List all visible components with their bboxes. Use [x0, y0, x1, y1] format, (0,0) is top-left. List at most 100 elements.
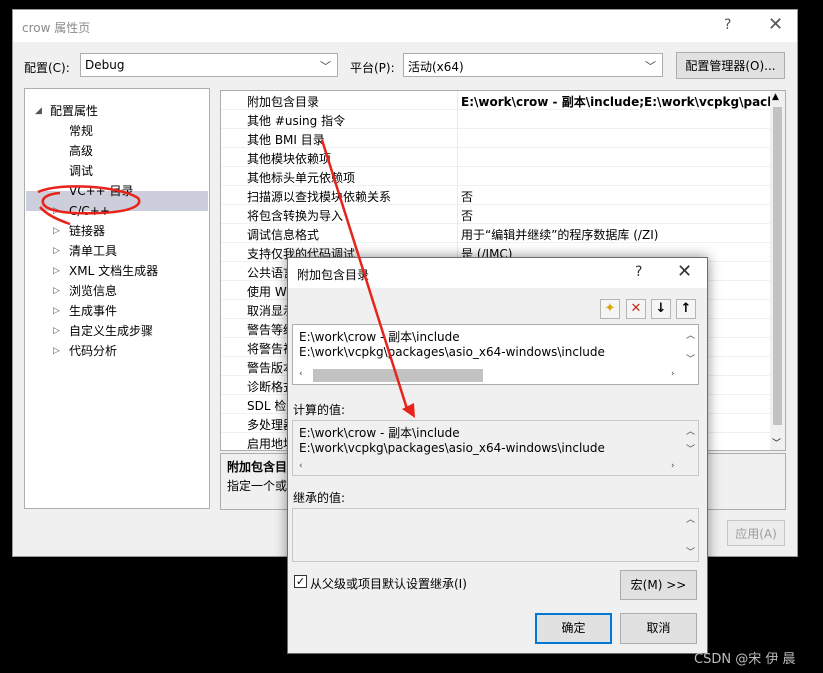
tree-item-label: XML 文档生成器 [69, 264, 159, 278]
config-dropdown[interactable]: Debug ﹀ [80, 53, 338, 77]
move-up-icon[interactable]: ↑ [676, 299, 696, 319]
list-item: E:\work\crow - 副本\include [299, 426, 460, 440]
scroll-up-icon[interactable]: ︿ [686, 512, 695, 525]
property-name: 其他 #using 指令 [247, 114, 346, 128]
property-name: 其他模块依赖项 [247, 152, 332, 166]
tree-item-label: 链接器 [69, 224, 106, 238]
config-manager-button[interactable]: 配置管理器(O)... [676, 52, 785, 79]
description-text: 指定一个或 [227, 479, 288, 493]
move-down-icon[interactable]: ↓ [651, 299, 671, 319]
grid-scrollbar-thumb[interactable] [773, 107, 782, 425]
scroll-left-icon[interactable]: ‹ [299, 461, 303, 471]
tree-item[interactable]: ▷ XML 文档生成器 [25, 261, 207, 281]
new-line-icon[interactable]: ✦ [600, 299, 620, 319]
scroll-left-icon[interactable]: ‹ [299, 369, 303, 379]
collapsed-arrow-icon[interactable]: ▷ [53, 221, 60, 241]
column-separator [457, 205, 458, 224]
inherited-values-list: ︿ ﹀ [292, 508, 699, 562]
collapsed-arrow-icon[interactable]: ▷ [53, 301, 60, 321]
property-value[interactable]: 否 [461, 188, 473, 205]
cancel-button[interactable]: 取消 [620, 613, 697, 644]
inherit-checkbox[interactable]: ✓ [294, 575, 307, 588]
property-row[interactable]: 其他模块依赖项 [221, 148, 771, 167]
collapsed-arrow-icon[interactable]: ▷ [53, 321, 60, 341]
collapsed-arrow-icon[interactable]: ▷ [53, 241, 60, 261]
column-separator [457, 148, 458, 167]
scroll-down-icon[interactable]: ﹀ [772, 436, 781, 449]
tree-item[interactable]: 常规 [25, 121, 207, 141]
property-name: 其他标头单元依赖项 [247, 171, 356, 185]
property-name: 扫描源以查找模块依赖关系 [247, 190, 392, 204]
property-name: 使用 Wi [247, 285, 290, 299]
collapsed-arrow-icon[interactable]: ▷ [53, 261, 60, 281]
tree-item-label: C/C++ [69, 204, 110, 218]
property-row[interactable]: 调试信息格式 用于“编辑并继续”的程序数据库 (/ZI) [221, 224, 771, 243]
property-tree: ◢ 配置属性 常规 高级 调试 VC++ 目录 ▷ C/C++ ▷ 链接器 ▷ 清单工具 ▷ XML 文档… [24, 88, 210, 509]
list-item[interactable]: E:\work\crow - 副本\include [299, 328, 460, 345]
property-name: 调试信息格式 [247, 228, 320, 242]
apply-button[interactable]: 应用(A) [727, 520, 785, 546]
platform-value: 活动(x64) [408, 60, 464, 74]
property-row[interactable]: 其他 BMI 目录 [221, 129, 771, 148]
scroll-up-icon[interactable]: ︿ [686, 328, 695, 341]
macro-button[interactable]: 宏(M) >> [620, 570, 697, 600]
tree-item-label: 常规 [69, 124, 94, 138]
window-title: crow 属性页 [22, 21, 91, 35]
expanded-arrow-icon[interactable]: ◢ [35, 101, 42, 121]
collapsed-arrow-icon[interactable]: ▷ [53, 341, 60, 361]
scroll-down-icon[interactable]: ﹀ [686, 352, 695, 365]
property-row[interactable]: 将包含转换为导入 否 [221, 205, 771, 224]
collapsed-arrow-icon[interactable]: ▷ [53, 281, 60, 301]
property-row[interactable]: 附加包含目录 E:\work\crow - 副本\include;E:\work\… [221, 91, 785, 110]
property-name: 其他 BMI 目录 [247, 133, 325, 147]
tree-item-label: 自定义生成步骤 [69, 324, 154, 338]
scroll-right-icon[interactable]: › [671, 369, 675, 379]
close-icon[interactable]: ✕ [677, 261, 692, 282]
collapsed-arrow-icon[interactable]: ▷ [53, 201, 60, 221]
property-value[interactable]: 否 [461, 207, 473, 224]
description-title: 附加包含目 [227, 460, 288, 474]
inherit-checkbox-label: 从父级或项目默认设置继承(I) [310, 577, 467, 591]
delete-icon[interactable]: ✕ [626, 299, 646, 319]
column-separator [457, 110, 458, 129]
help-icon[interactable]: ? [635, 264, 642, 280]
tree-item[interactable]: ▷ 链接器 [25, 221, 207, 241]
tree-item[interactable]: 调试 [25, 161, 207, 181]
scroll-down-icon[interactable]: ﹀ [686, 545, 695, 558]
tree-item[interactable]: 高级 [25, 141, 207, 161]
close-icon[interactable]: ✕ [768, 14, 783, 35]
tree-item[interactable]: ▷ 清单工具 [25, 241, 207, 261]
property-row[interactable]: 扫描源以查找模块依赖关系 否 [221, 186, 771, 205]
tree-item[interactable]: ▷ 浏览信息 [25, 281, 207, 301]
scroll-down-icon[interactable]: ﹀ [686, 442, 695, 455]
scroll-up-icon[interactable]: ︿ [686, 424, 695, 437]
column-separator [457, 91, 458, 110]
tree-item[interactable]: ◢ 配置属性 [25, 101, 207, 121]
ok-button[interactable]: 确定 [535, 613, 612, 644]
tree-item[interactable]: VC++ 目录 [25, 181, 207, 201]
additional-include-dirs-dialog: 附加包含目录 ? ✕ ✦ ✕ ↓ ↑ E:\work\crow - 副本\inc… [287, 257, 708, 654]
platform-dropdown[interactable]: 活动(x64) ﹀ [403, 53, 663, 77]
tree-item-label: 调试 [69, 164, 94, 178]
tree-item[interactable]: ▷ 生成事件 [25, 301, 207, 321]
column-separator [457, 129, 458, 148]
property-value[interactable]: 用于“编辑并继续”的程序数据库 (/ZI) [461, 226, 658, 243]
horizontal-scrollbar-thumb[interactable] [313, 369, 483, 382]
tree-item[interactable]: ▷ 自定义生成步骤 [25, 321, 207, 341]
property-row[interactable]: 其他标头单元依赖项 [221, 167, 771, 186]
chevron-down-icon: ﹀ [320, 60, 331, 73]
tree-item[interactable]: ▷ 代码分析 [25, 341, 207, 361]
scroll-up-icon[interactable]: ▲ [772, 92, 779, 102]
config-value: Debug [85, 58, 125, 72]
list-item[interactable]: E:\work\vcpkg\packages\asio_x64-windows\… [299, 345, 605, 359]
property-value[interactable]: E:\work\crow - 副本\include;E:\work\vcpkg\… [461, 93, 785, 110]
directory-list[interactable]: E:\work\crow - 副本\include E:\work\vcpkg\… [292, 324, 699, 385]
property-row[interactable]: 其他 #using 指令 [221, 110, 771, 129]
scroll-right-icon[interactable]: › [671, 461, 675, 471]
tree-item[interactable]: ▷ C/C++ [25, 201, 207, 221]
dialog-titlebar: 附加包含目录 ? ✕ [288, 258, 707, 288]
tree-item-label: 生成事件 [69, 304, 118, 318]
list-item: E:\work\vcpkg\packages\asio_x64-windows\… [299, 441, 605, 455]
help-icon[interactable]: ? [724, 17, 731, 33]
tree-item-label: 高级 [69, 144, 94, 158]
